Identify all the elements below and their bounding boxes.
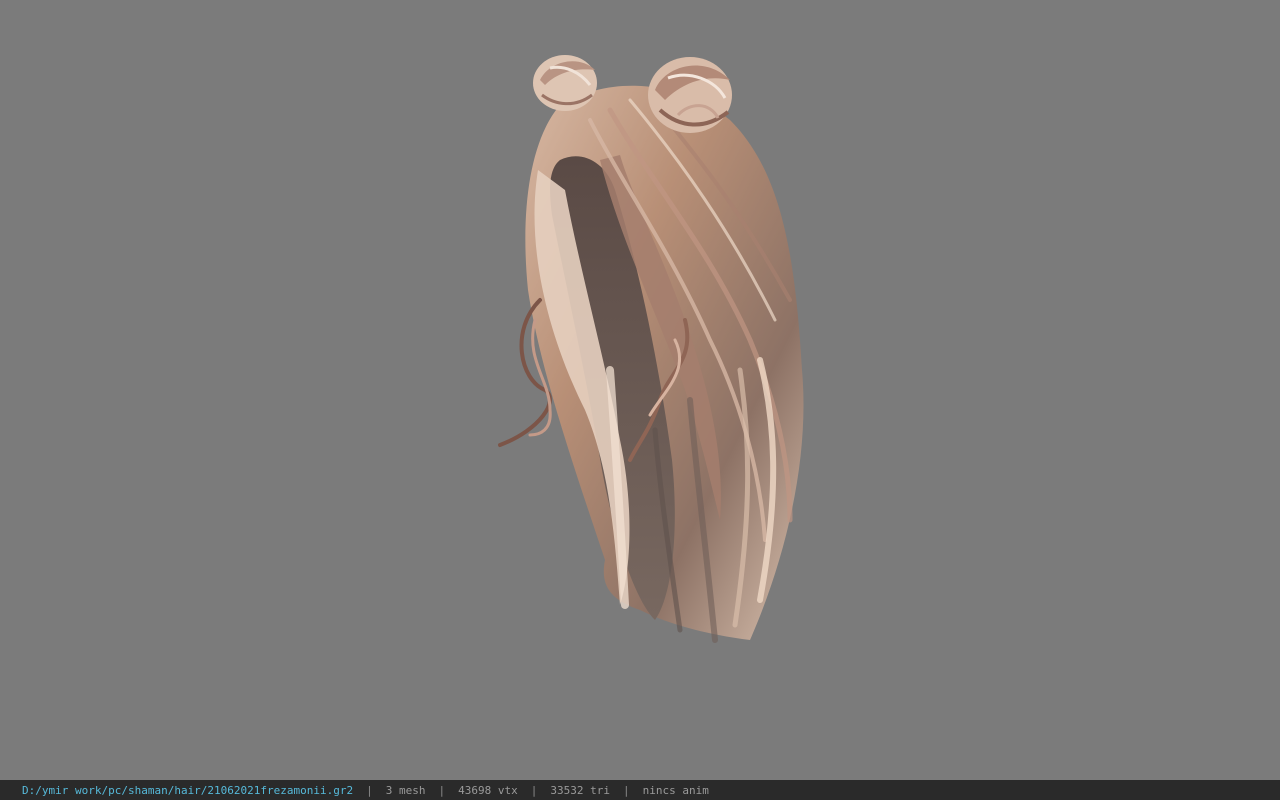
mesh-count: 3 mesh [385, 783, 426, 797]
hair-model [498, 55, 804, 643]
status-bar: D:/ymir work/pc/shaman/hair/21062021frez… [0, 780, 1280, 800]
triangle-count: 33532 tri [550, 783, 610, 797]
3d-viewport[interactable] [0, 0, 1280, 780]
status-separator: | [366, 783, 373, 797]
status-separator: | [530, 783, 538, 797]
file-path: D:/ymir work/pc/shaman/hair/21062021frez… [22, 783, 354, 797]
animation-status: nincs anim [642, 783, 709, 797]
status-separator: | [438, 783, 446, 797]
vertex-count: 43698 vtx [458, 783, 518, 797]
status-separator: | [622, 783, 630, 797]
